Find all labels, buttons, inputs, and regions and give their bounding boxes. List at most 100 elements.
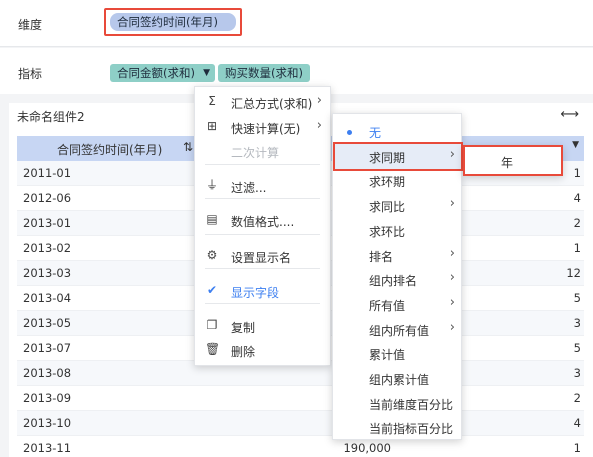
dimension-label: 维度 bbox=[18, 18, 43, 32]
cell-date: 2013-03 bbox=[23, 266, 72, 280]
menu-item-label: 复制 bbox=[231, 321, 256, 335]
cell-date: 2013-04 bbox=[23, 291, 72, 305]
menu-item[interactable]: ✔ 显示字段 bbox=[195, 279, 330, 303]
menu-item-label: 设置显示名 bbox=[231, 251, 292, 265]
number-format-icon: ▤ bbox=[206, 212, 218, 226]
cell-value: 5 bbox=[573, 291, 581, 305]
caret-down-icon[interactable]: ▼ bbox=[203, 64, 210, 82]
chevron-right-icon: › bbox=[449, 270, 455, 286]
dimension-field-pill[interactable]: 合同签约时间(年月) bbox=[110, 13, 236, 31]
table-row: 2013-11 190,000 1 bbox=[17, 436, 584, 457]
cell-amount: 190,000 bbox=[343, 441, 391, 455]
header-dimension[interactable]: 合同签约时间(年月) bbox=[57, 141, 162, 158]
menu-item[interactable]: 组内排名 › bbox=[333, 267, 461, 291]
sort-icon[interactable]: ⇅ bbox=[183, 140, 193, 154]
menu-item-label: 汇总方式(求和) bbox=[231, 97, 313, 111]
menu-item[interactable]: 组内累计值 bbox=[333, 366, 461, 390]
cell-value: 4 bbox=[573, 416, 581, 430]
menu-item-label: 求环期 bbox=[369, 175, 406, 190]
menu-item-year[interactable]: 年 bbox=[501, 154, 513, 171]
menu-divider bbox=[205, 198, 320, 199]
cell-date: 2013-02 bbox=[23, 241, 72, 255]
menu-item-label: 组内排名 bbox=[369, 274, 418, 289]
menu-item-label: 组内所有值 bbox=[369, 323, 430, 338]
table-row: 2013-10 4 bbox=[17, 411, 584, 436]
cell-value: 4 bbox=[573, 191, 581, 205]
cell-value: 1 bbox=[573, 441, 581, 455]
field-context-menu: Σ 汇总方式(求和) › ⊞ 快速计算(无) › 二次计算 ⏚ 过滤... ▤ 数值格式.... ⚙ 设… bbox=[194, 86, 331, 366]
menu-item[interactable]: 求同期 › bbox=[333, 144, 461, 168]
cell-value: 2 bbox=[573, 391, 581, 405]
menu-item-label: 无 bbox=[369, 126, 382, 140]
chevron-right-icon: › bbox=[449, 196, 455, 212]
chevron-right-icon: › bbox=[449, 245, 455, 261]
menu-item[interactable]: 当前指标百分比 bbox=[333, 415, 461, 439]
copy-icon: ❐ bbox=[206, 318, 218, 332]
selected-dot-icon bbox=[347, 130, 352, 135]
cell-value: 1 bbox=[573, 241, 581, 255]
chevron-right-icon: › bbox=[449, 146, 455, 162]
menu-item[interactable]: ⏚ 过滤... bbox=[195, 174, 330, 198]
metric-field-pill-quantity[interactable]: 购买数量(求和) bbox=[218, 64, 310, 82]
menu-item[interactable]: 求环比 bbox=[333, 218, 461, 242]
gear-icon: ⚙ bbox=[206, 248, 218, 262]
menu-item-label: 当前指标百分比 bbox=[369, 422, 454, 437]
calc-icon: ⊞ bbox=[206, 119, 218, 133]
expand-width-icon[interactable]: ⟷ bbox=[560, 107, 579, 122]
menu-item-label: 求同比 bbox=[369, 200, 406, 215]
menu-item-label: 组内累计值 bbox=[369, 373, 430, 387]
table-row: 2013-09 2 bbox=[17, 386, 584, 411]
menu-divider bbox=[205, 164, 320, 165]
menu-item[interactable]: 求环期 bbox=[333, 168, 461, 192]
chevron-right-icon: › bbox=[316, 118, 322, 133]
menu-item[interactable]: ⊞ 快速计算(无) › bbox=[195, 115, 330, 139]
cell-date: 2013-05 bbox=[23, 316, 72, 330]
cell-value: 3 bbox=[573, 366, 581, 380]
cell-date: 2013-01 bbox=[23, 216, 72, 230]
menu-item-label: 显示字段 bbox=[231, 286, 280, 300]
chevron-right-icon: › bbox=[316, 93, 322, 108]
cell-value: 2 bbox=[573, 216, 581, 230]
trash-icon: 🗑 bbox=[205, 342, 221, 356]
menu-item-label: 二次计算 bbox=[231, 146, 280, 160]
dimension-row: 维度 合同签约时间(年月) bbox=[0, 0, 593, 47]
menu-item[interactable]: 当前维度百分比 bbox=[333, 391, 461, 415]
chevron-right-icon: › bbox=[449, 294, 455, 310]
menu-item-label: 过滤... bbox=[231, 181, 267, 195]
menu-divider bbox=[205, 234, 320, 235]
cell-value: 3 bbox=[573, 316, 581, 330]
menu-item[interactable]: 排名 › bbox=[333, 243, 461, 267]
cell-date: 2013-10 bbox=[23, 416, 72, 430]
menu-item[interactable]: 累计值 bbox=[333, 341, 461, 365]
menu-item[interactable]: 求同比 › bbox=[333, 193, 461, 217]
menu-item-label: 累计值 bbox=[369, 348, 406, 363]
menu-item[interactable]: 组内所有值 › bbox=[333, 317, 461, 341]
menu-item-label: 删除 bbox=[231, 345, 256, 359]
menu-item-label: 求同期 bbox=[369, 150, 406, 165]
widget-title: 未命名组件2 bbox=[17, 110, 85, 124]
menu-item-label: 当前维度百分比 bbox=[369, 397, 454, 412]
cell-date: 2013-11 bbox=[23, 441, 72, 455]
menu-item[interactable]: Σ 汇总方式(求和) › bbox=[195, 90, 330, 114]
quick-calc-submenu: 无求同期 › 求环期求同比 › 求环比排名 › 组内排名 › 所有值 › 组内所有值 › 累计值组内累计… bbox=[332, 113, 463, 440]
menu-item[interactable]: ❐ 复制 bbox=[195, 314, 330, 338]
menu-item-label: 数值格式.... bbox=[231, 215, 295, 229]
menu-item-label: 求环比 bbox=[369, 224, 406, 239]
menu-item[interactable]: ⚙ 设置显示名 bbox=[195, 244, 330, 268]
cell-value: 12 bbox=[566, 266, 581, 280]
menu-item[interactable]: 无 bbox=[333, 119, 461, 143]
cell-date: 2013-08 bbox=[23, 366, 72, 380]
menu-item[interactable]: ▤ 数值格式.... bbox=[195, 208, 330, 232]
metric-field-pill-amount[interactable]: 合同金额(求和) ▼ bbox=[110, 64, 215, 82]
header-caret-icon[interactable]: ▼ bbox=[572, 140, 579, 150]
cell-date: 2013-09 bbox=[23, 391, 72, 405]
menu-item[interactable]: 所有值 › bbox=[333, 292, 461, 316]
cell-value: 1 bbox=[573, 166, 581, 180]
menu-item-label: 快速计算(无) bbox=[231, 122, 301, 136]
menu-item[interactable]: 🗑 删除 bbox=[195, 338, 330, 362]
cell-date: 2012-06 bbox=[23, 191, 72, 205]
chevron-right-icon: › bbox=[449, 319, 455, 335]
sigma-icon: Σ bbox=[208, 94, 216, 108]
menu-divider bbox=[205, 303, 320, 304]
menu-item-label: 所有值 bbox=[369, 298, 406, 313]
